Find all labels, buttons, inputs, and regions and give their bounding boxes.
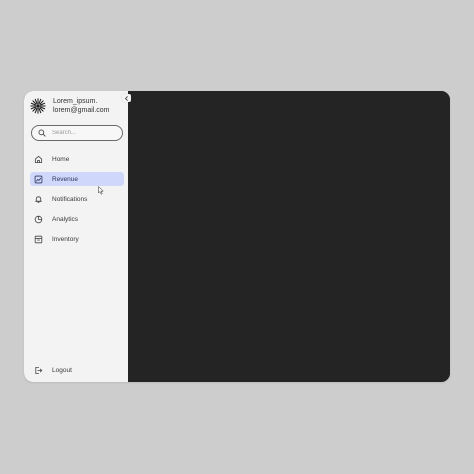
logout-button[interactable]: Logout <box>30 363 124 377</box>
sidebar-item-label: Analytics <box>52 215 79 223</box>
sidebar-item-inventory[interactable]: Inventory <box>30 232 124 246</box>
bell-icon <box>35 195 42 203</box>
profile-name: Lorem_ipsum. <box>53 98 98 105</box>
main-content <box>128 91 450 382</box>
mouse-cursor-icon <box>98 186 104 195</box>
chart-icon <box>34 175 43 183</box>
sidebar-item-analytics[interactable]: Analytics <box>30 212 124 226</box>
sidebar-item-revenue[interactable]: Revenue <box>30 172 124 186</box>
pie-chart-icon <box>34 215 43 223</box>
sidebar-item-label: Inventory <box>52 235 79 243</box>
home-icon <box>34 155 43 163</box>
sidebar: Lorem_ipsum. lorem@gmail.com Home <box>24 91 129 382</box>
sidebar-item-label: Revenue <box>52 175 79 183</box>
sidebar-item-home[interactable]: Home <box>30 152 124 166</box>
logout-icon <box>35 366 43 374</box>
logout-label: Logout <box>52 366 72 374</box>
app-window: Lorem_ipsum. lorem@gmail.com Home <box>24 91 450 382</box>
box-icon <box>34 235 43 243</box>
search-input[interactable] <box>52 130 108 136</box>
sidebar-item-label: Notifications <box>52 195 88 203</box>
sidebar-collapse-button[interactable] <box>122 94 131 102</box>
search-icon <box>38 129 46 137</box>
profile-email: lorem@gmail.com <box>53 107 110 114</box>
sidebar-item-label: Home <box>52 155 70 163</box>
chevron-left-icon <box>125 95 128 101</box>
sidebar-item-notifications[interactable]: Notifications <box>30 192 124 206</box>
sunburst-logo-icon <box>30 98 46 114</box>
user-profile: Lorem_ipsum. lorem@gmail.com <box>30 97 110 115</box>
search-box[interactable] <box>31 125 123 141</box>
